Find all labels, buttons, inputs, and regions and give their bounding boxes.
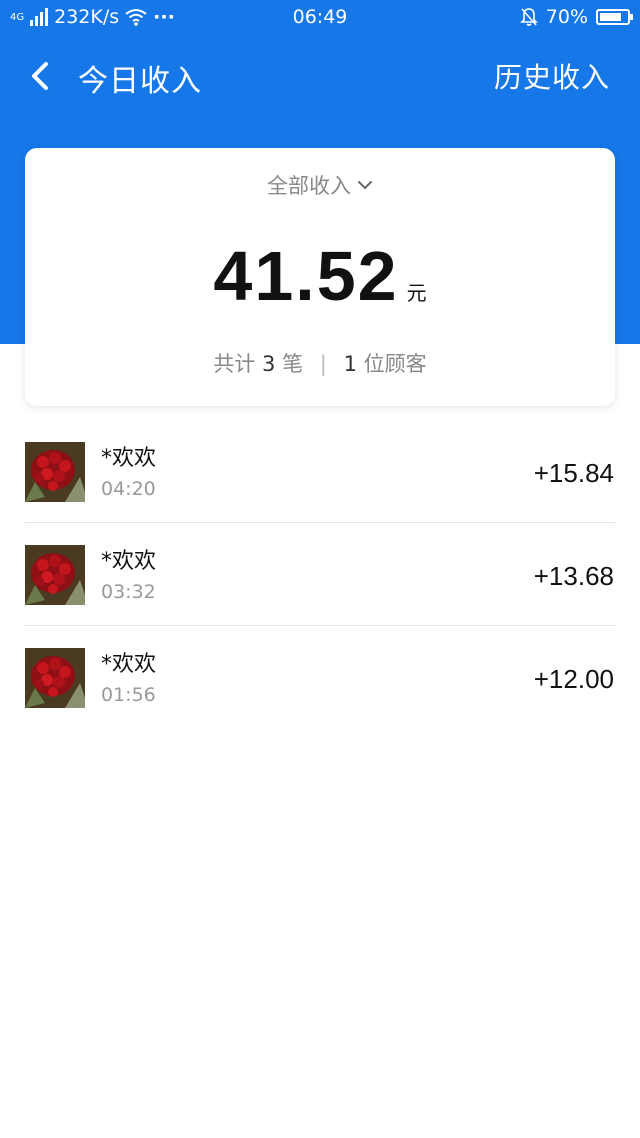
status-bar: 4G 232K/s ··· 06:49 70% <box>0 0 640 36</box>
total-amount: 41.52 <box>213 237 399 315</box>
avatar <box>25 545 85 605</box>
clock: 06:49 <box>292 6 348 28</box>
transaction-list: *欢欢 04:20 +15.84 *欢欢 03:32 +13.68 *欢欢 01… <box>0 420 640 729</box>
transaction-amount: +12.00 <box>533 664 614 694</box>
battery-icon <box>596 9 633 25</box>
stats-separator: | <box>319 352 327 376</box>
rose-bouquet-icon <box>25 648 85 708</box>
history-income-link[interactable]: 历史收入 <box>494 56 610 96</box>
transaction-amount: +13.68 <box>533 561 614 591</box>
list-item[interactable]: *欢欢 01:56 +12.00 <box>0 626 640 729</box>
chevron-left-icon <box>32 62 48 90</box>
avatar <box>25 648 85 708</box>
back-button[interactable] <box>22 56 62 96</box>
rose-bouquet-icon <box>25 442 85 502</box>
summary-stats: 共计 3 笔 | 1 位顾客 <box>25 348 615 378</box>
nav-bar: 今日收入 历史收入 <box>0 36 640 116</box>
transaction-amount: +15.84 <box>533 458 614 488</box>
total-amount-row: 41.52 元 <box>25 236 615 316</box>
transaction-time: 03:32 <box>101 581 156 603</box>
customer-count: 1 <box>343 352 357 376</box>
count-prefix: 共计 <box>213 352 256 376</box>
page-title: 今日收入 <box>78 64 202 99</box>
screen: 4G 232K/s ··· 06:49 70% 今日收入 历史收入 全部收入 4… <box>0 0 640 1138</box>
income-summary-card: 全部收入 41.52 元 共计 3 笔 | 1 位顾客 <box>25 148 615 406</box>
income-filter-dropdown[interactable]: 全部收入 <box>25 170 615 200</box>
transaction-time: 01:56 <box>101 684 156 706</box>
bell-muted-icon <box>519 8 538 26</box>
list-item[interactable]: *欢欢 03:32 +13.68 <box>0 523 640 626</box>
customer-name: *欢欢 <box>101 446 157 471</box>
rose-bouquet-icon <box>25 545 85 605</box>
avatar <box>25 442 85 502</box>
battery-percent: 70% <box>545 6 588 28</box>
customer-name: *欢欢 <box>101 549 157 574</box>
transaction-count: 3 <box>262 352 276 376</box>
customer-name: *欢欢 <box>101 652 157 677</box>
transaction-time: 04:20 <box>101 478 156 500</box>
customer-suffix: 位顾客 <box>363 352 427 376</box>
filter-label: 全部收入 <box>267 174 351 198</box>
count-suffix: 笔 <box>282 352 304 376</box>
chevron-down-icon <box>358 181 372 190</box>
list-item[interactable]: *欢欢 04:20 +15.84 <box>0 420 640 523</box>
amount-unit: 元 <box>406 281 427 305</box>
